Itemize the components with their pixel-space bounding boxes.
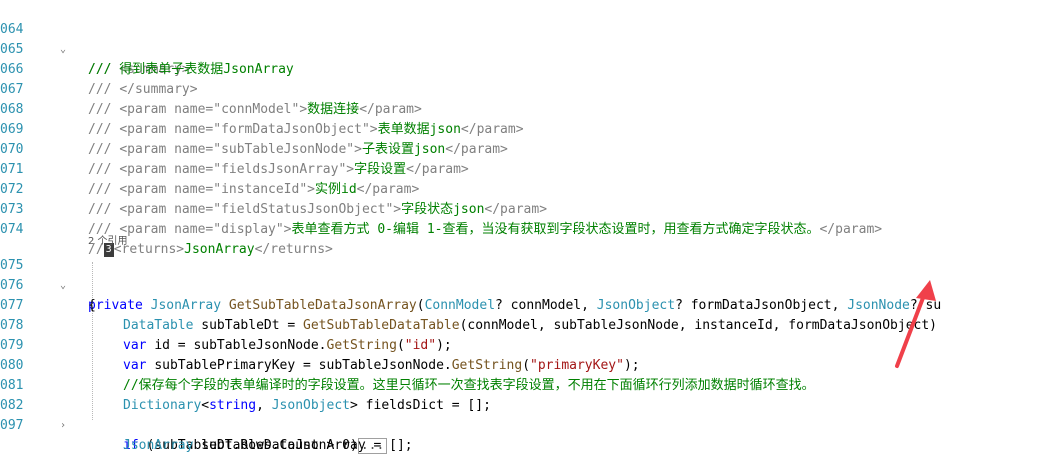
type-name: JsonArray bbox=[123, 438, 202, 453]
annotation-arrow-icon bbox=[895, 280, 936, 368]
code-editor[interactable]: 064 ⌄ /// <summary> 065 /// 得到表单子表数据Json… bbox=[0, 0, 1061, 454]
code-text: subTableDataJsonArray = []; bbox=[201, 438, 413, 453]
